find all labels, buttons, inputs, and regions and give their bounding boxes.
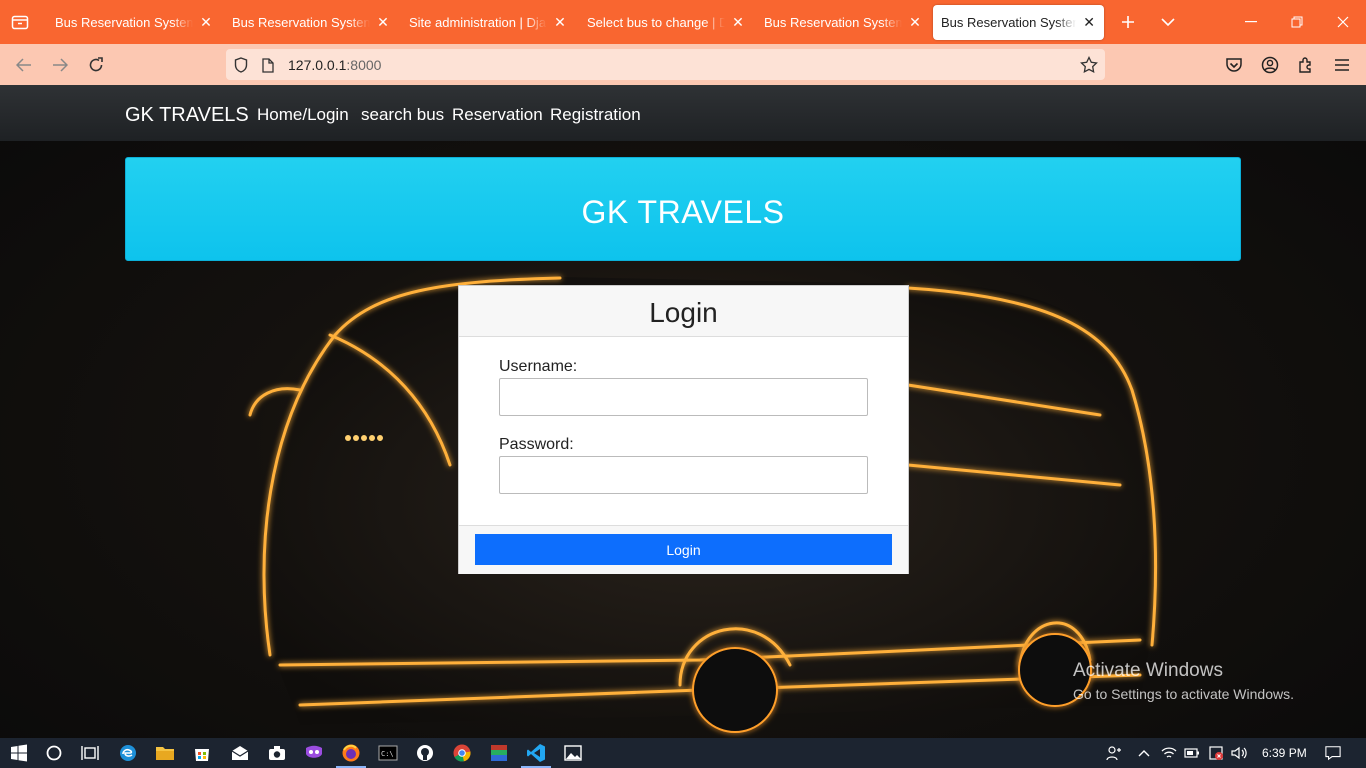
- banner-title: GK TRAVELS: [581, 194, 785, 230]
- tab-title: Bus Reservation System in: [941, 15, 1076, 30]
- github-icon[interactable]: [414, 742, 436, 764]
- activate-windows-watermark: Activate Windows Go to Settings to activ…: [1073, 660, 1294, 702]
- watermark-title: Activate Windows: [1073, 660, 1223, 681]
- windows-start-icon[interactable]: [8, 742, 30, 764]
- browser-tab[interactable]: Site administration | Djang ✕: [401, 5, 575, 40]
- tab-close-icon[interactable]: ✕: [199, 14, 213, 31]
- photos-icon[interactable]: [562, 742, 584, 764]
- login-card-footer: Login: [459, 525, 908, 574]
- password-input[interactable]: [499, 456, 868, 494]
- tab-title: Bus Reservation System in: [764, 15, 902, 30]
- login-button[interactable]: Login: [475, 534, 892, 565]
- taskbar-clock[interactable]: 6:39 PM: [1262, 746, 1307, 760]
- browser-tab[interactable]: Bus Reservation System in ✕: [224, 5, 398, 40]
- firefox-icon[interactable]: [340, 742, 362, 764]
- tab-list-icon[interactable]: [8, 10, 32, 34]
- battery-icon[interactable]: [1184, 745, 1200, 761]
- forward-icon[interactable]: [47, 52, 73, 78]
- menu-icon[interactable]: [1329, 52, 1355, 78]
- tab-close-icon[interactable]: ✕: [908, 14, 922, 31]
- browser-toolbar: 127.0.0.1:8000: [0, 44, 1366, 85]
- close-window-icon[interactable]: [1320, 0, 1366, 44]
- nav-link-home-login[interactable]: Home/Login: [257, 105, 349, 125]
- login-card: Login Username: Password: Login: [458, 285, 909, 574]
- tab-title: Site administration | Djang: [409, 15, 547, 30]
- site-navbar: GK TRAVELS Home/Login search bus Reserva…: [0, 85, 1366, 141]
- new-tab-icon[interactable]: [1116, 10, 1140, 34]
- back-icon[interactable]: [11, 52, 37, 78]
- tab-close-icon[interactable]: ✕: [731, 14, 745, 31]
- chevron-up-icon[interactable]: [1136, 745, 1152, 761]
- security-alert-icon[interactable]: [1208, 745, 1224, 761]
- chrome-icon[interactable]: [451, 742, 473, 764]
- tab-title: Select bus to change | Djar: [587, 15, 725, 30]
- tab-close-icon[interactable]: ✕: [553, 14, 567, 31]
- shield-icon[interactable]: [232, 56, 250, 74]
- bookmark-star-icon[interactable]: [1080, 56, 1098, 74]
- tab-close-icon[interactable]: ✕: [1082, 14, 1096, 31]
- notifications-icon[interactable]: [1325, 745, 1341, 761]
- reload-icon[interactable]: [83, 52, 109, 78]
- browser-tab[interactable]: Bus Reservation System in ✕: [756, 5, 930, 40]
- url-text[interactable]: 127.0.0.1:8000: [288, 57, 381, 73]
- command-prompt-icon[interactable]: C:\: [377, 742, 399, 764]
- address-bar[interactable]: 127.0.0.1:8000: [226, 49, 1105, 80]
- camera-icon[interactable]: [266, 742, 288, 764]
- watermark-subtitle: Go to Settings to activate Windows.: [1073, 686, 1294, 702]
- chevron-down-icon[interactable]: [1156, 10, 1180, 34]
- tab-title: Bus Reservation System in: [55, 15, 193, 30]
- winrar-icon[interactable]: [488, 742, 510, 764]
- login-title: Login: [649, 297, 718, 328]
- edge-icon[interactable]: [117, 742, 139, 764]
- site-brand[interactable]: GK TRAVELS: [125, 104, 249, 127]
- tab-close-icon[interactable]: ✕: [376, 14, 390, 31]
- nav-link-registration[interactable]: Registration: [550, 105, 641, 125]
- restore-icon[interactable]: [1274, 0, 1320, 44]
- url-host: 127.0.0.1: [288, 57, 347, 73]
- nav-link-search-bus[interactable]: search bus: [361, 105, 444, 125]
- browser-tab[interactable]: Bus Reservation System in ✕: [47, 5, 221, 40]
- url-port: :8000: [346, 57, 382, 73]
- web-page: GK TRAVELS Home/Login search bus Reserva…: [0, 85, 1366, 738]
- username-input[interactable]: [499, 378, 868, 416]
- browser-tab-active[interactable]: Bus Reservation System in ✕: [933, 5, 1104, 40]
- people-icon[interactable]: [1106, 745, 1122, 761]
- volume-icon[interactable]: [1231, 745, 1247, 761]
- mail-icon[interactable]: [229, 742, 251, 764]
- browser-tab-strip: Bus Reservation System in ✕ Bus Reservat…: [0, 0, 1366, 44]
- username-label: Username:: [499, 358, 578, 375]
- password-label: Password:: [499, 436, 574, 453]
- pocket-icon[interactable]: [1221, 52, 1247, 78]
- browser-tab[interactable]: Select bus to change | Djar ✕: [579, 5, 753, 40]
- file-explorer-icon[interactable]: [154, 742, 176, 764]
- windows-taskbar: C:\ 6:39 PM: [0, 738, 1366, 768]
- login-card-header: Login: [459, 286, 908, 337]
- search-icon[interactable]: [43, 742, 65, 764]
- extensions-icon[interactable]: [1293, 52, 1319, 78]
- nav-link-reservation[interactable]: Reservation: [452, 105, 543, 125]
- app-mask-icon[interactable]: [303, 742, 325, 764]
- store-icon[interactable]: [191, 742, 213, 764]
- wifi-icon[interactable]: [1161, 745, 1177, 761]
- task-view-icon[interactable]: [79, 742, 101, 764]
- tab-title: Bus Reservation System in: [232, 15, 370, 30]
- minimize-icon[interactable]: [1228, 0, 1274, 44]
- hero-banner: GK TRAVELS: [125, 157, 1241, 261]
- vscode-icon[interactable]: [525, 742, 547, 764]
- account-icon[interactable]: [1257, 52, 1283, 78]
- svg-text:C:\: C:\: [381, 750, 394, 758]
- page-icon[interactable]: [259, 56, 277, 74]
